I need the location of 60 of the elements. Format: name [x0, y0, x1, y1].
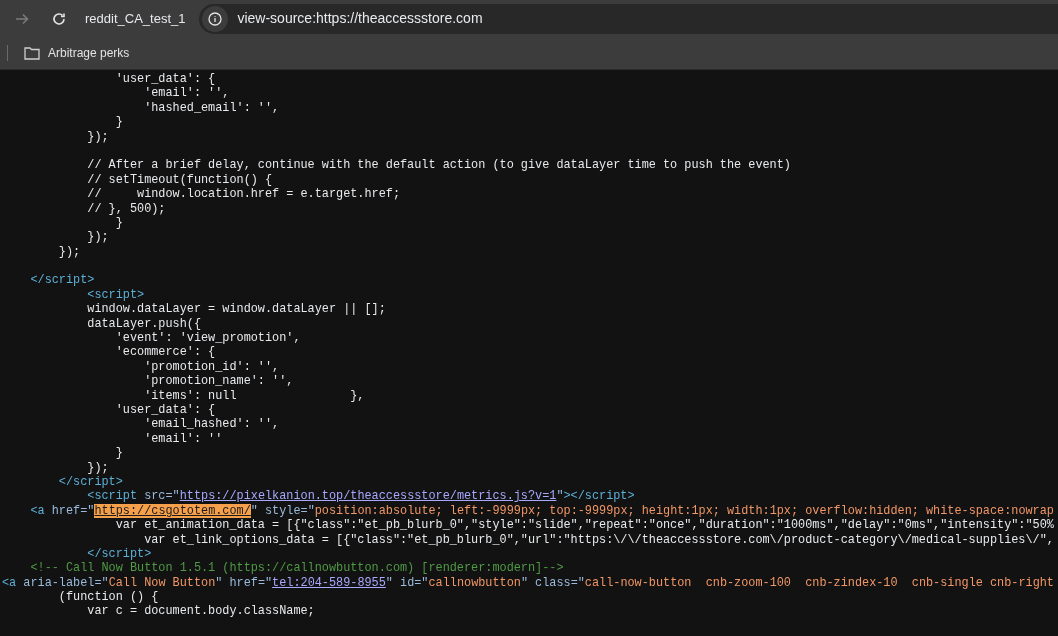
code-line: 'promotion_name': '', [143, 374, 294, 389]
code-text: src=" [144, 489, 180, 504]
code-line: }); [57, 244, 81, 260]
code-text: <script [86, 489, 139, 504]
code-line: 'items': null }, [143, 388, 365, 403]
code-text: " id=" [385, 575, 429, 591]
site-info-button[interactable] [202, 5, 229, 32]
code-line: 'user_data': { [114, 403, 216, 418]
info-icon [208, 11, 223, 26]
code-line: }); [86, 230, 109, 245]
address-bar[interactable]: view-source:https://theaccessstore.com [199, 3, 1058, 34]
code-text: href=" [51, 503, 95, 519]
code-line: var c = document.body.className; [86, 604, 315, 619]
code-line: </script> [29, 273, 95, 288]
code-line: } [114, 115, 123, 130]
folder-icon [24, 46, 40, 60]
code-line: 'email_hashed': '', [143, 417, 280, 432]
code-line: window.dataLayer = window.dataLayer || []; [86, 302, 386, 317]
code-line: } [114, 446, 123, 461]
code-line: 'user_data': { [114, 72, 216, 87]
code-text: <a [29, 503, 46, 519]
highlighted-link[interactable]: https://csgototem.com/ [94, 503, 251, 519]
code-line: (function () { [57, 590, 159, 605]
code-line: // }, 500); [86, 201, 166, 216]
code-line: </script> [57, 474, 123, 490]
profile-label: reddit_CA_test_1 [85, 9, 186, 28]
code-line: // window.location.href = e.target.href; [86, 187, 400, 202]
code-text: " style=" [250, 503, 315, 519]
code-line: 'email': '' [143, 431, 223, 447]
code-line: 'ecommerce': { [114, 345, 216, 360]
code-line: }); [86, 460, 109, 475]
bookmark-folder[interactable]: Arbitrage perks [24, 44, 130, 62]
code-text: <a [2, 575, 18, 591]
code-line: 'promotion_id': '', [143, 359, 280, 375]
code-line: </script> [86, 546, 152, 562]
code-line: 'hashed_email': '', [143, 100, 280, 116]
code-text: ></script> [563, 489, 635, 504]
code-text: position:absolute; left:-9999px; top:-9999px; height:1px; width:1px; overflow:hidden; white-space:nowrap [314, 503, 1054, 519]
code-line: } [114, 215, 123, 231]
code-text: aria-label=" [23, 575, 109, 591]
code-line: // setTimeout(function() { [86, 172, 273, 188]
code-line: 'email': '', [143, 86, 230, 101]
code-line: // After a brief delay, continue with the default action (to give dataLayer time to push the event) [86, 158, 791, 173]
code-line: var et_link_options_data = [{"class":"et_pb_blurb_0","url":"https:\/\/theaccessstore.com\/product-category\/medical-supplies\/", [143, 532, 1054, 547]
code-text: " href=" [215, 575, 273, 591]
code-line: 'event': 'view_promotion', [114, 331, 301, 346]
code-text: " class=" [520, 575, 585, 591]
code-text: callnowbutton [428, 575, 521, 591]
code-comment: <!-- Call Now Button 1.5.1 (https://callnowbutton.com) [renderer:modern]--> [29, 561, 564, 576]
code-text: call-now-button cnb-zoom-100 cnb-zindex-10 cnb-single cnb-right [584, 575, 1054, 591]
code-text: Call Now Button [108, 575, 216, 591]
code-line: dataLayer.push({ [86, 316, 201, 332]
code-text: " [556, 489, 564, 504]
reload-icon [51, 10, 67, 27]
code-line: <script> [86, 287, 145, 303]
code-line: }); [86, 129, 109, 144]
link[interactable]: https://pixelkanion.top/theaccessstore/metrics.js?v=1 [179, 489, 557, 504]
link[interactable]: tel:204-589-8955 [272, 575, 386, 591]
url-text: view-source:https://theaccessstore.com [237, 9, 483, 28]
code-line: var et_animation_data = [{"class":"et_pb_blurb_0","style":"slide","repeat":"once","duration":"1000ms","delay":"0ms","intensity":"50% [114, 518, 1054, 533]
